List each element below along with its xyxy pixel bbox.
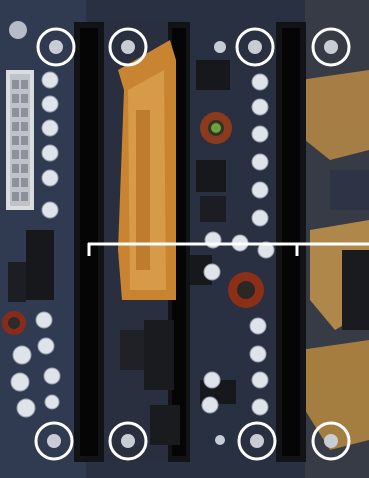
left-chip-1 bbox=[26, 230, 54, 300]
top-left-component bbox=[9, 21, 27, 39]
left-chip-2 bbox=[8, 262, 26, 302]
motherboard-photo bbox=[0, 0, 369, 478]
copper-trace bbox=[118, 40, 176, 300]
right-side-copper bbox=[300, 70, 369, 450]
power-connector bbox=[6, 70, 34, 210]
